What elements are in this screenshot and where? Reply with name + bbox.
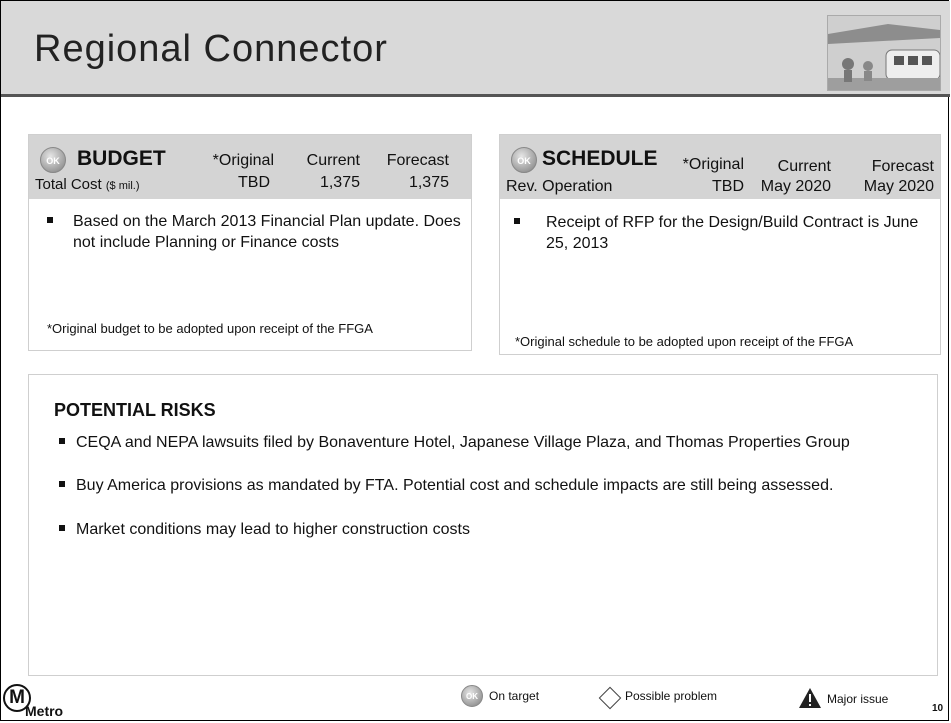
budget-col-current-value: 1,375 bbox=[319, 174, 360, 191]
diamond-icon bbox=[598, 686, 622, 710]
risk-item: CEQA and NEPA lawsuits filed by Bonavent… bbox=[59, 432, 879, 453]
ok-icon: OK bbox=[40, 147, 66, 173]
header-photo-image bbox=[827, 15, 941, 91]
schedule-heading: SCHEDULE bbox=[542, 147, 658, 170]
schedule-bullet: Receipt of RFP for the Design/Build Cont… bbox=[514, 212, 934, 254]
schedule-panel-header: OK SCHEDULE Rev. Operation *Original TBD… bbox=[500, 135, 940, 199]
risk-item-text: Market conditions may lead to higher con… bbox=[76, 521, 470, 538]
risk-item-text: CEQA and NEPA lawsuits filed by Bonavent… bbox=[76, 434, 850, 451]
schedule-panel: OK SCHEDULE Rev. Operation *Original TBD… bbox=[499, 134, 941, 355]
bullet-square-icon bbox=[59, 438, 65, 444]
risks-heading: POTENTIAL RISKS bbox=[54, 400, 216, 420]
budget-note: *Original budget to be adopted upon rece… bbox=[47, 321, 373, 336]
schedule-col-current-header: Current bbox=[777, 158, 831, 175]
schedule-col-original-header: *Original bbox=[682, 156, 744, 173]
legend-on-target: On target bbox=[489, 689, 540, 703]
budget-bullet-text: Based on the March 2013 Financial Plan u… bbox=[73, 213, 461, 251]
metro-logo: M Metro bbox=[3, 684, 83, 720]
schedule-note: *Original schedule to be adopted upon re… bbox=[515, 334, 854, 349]
risk-item-text: Buy America provisions as mandated by FT… bbox=[76, 477, 834, 494]
budget-row-unit: ($ mil.) bbox=[105, 180, 140, 192]
budget-col-forecast-value: 1,375 bbox=[408, 174, 449, 191]
risk-item: Buy America provisions as mandated by FT… bbox=[59, 475, 889, 496]
budget-row-label-text: Total Cost bbox=[35, 176, 102, 193]
risk-item: Market conditions may lead to higher con… bbox=[59, 519, 879, 540]
metro-logo-text: Metro bbox=[25, 703, 64, 719]
legend-possible-problem: Possible problem bbox=[625, 689, 718, 703]
bullet-square-icon bbox=[514, 218, 520, 224]
bullet-square-icon bbox=[59, 525, 65, 531]
budget-row-label: Total Cost ($ mil.) bbox=[35, 176, 139, 193]
slide-title: Regional Connector bbox=[34, 28, 388, 70]
legend-major-issue: Major issue bbox=[827, 692, 889, 706]
bullet-square-icon bbox=[59, 481, 65, 487]
schedule-col-forecast-header: Forecast bbox=[871, 158, 934, 175]
bullet-square-icon bbox=[47, 217, 53, 223]
warning-triangle-icon bbox=[799, 688, 821, 708]
schedule-row-label: Rev. Operation bbox=[506, 178, 613, 195]
page-number: 10 bbox=[932, 703, 944, 714]
budget-col-forecast-header: Forecast bbox=[386, 152, 449, 169]
budget-heading: BUDGET bbox=[77, 147, 166, 170]
schedule-col-current-value: May 2020 bbox=[760, 178, 831, 195]
schedule-bullet-text: Receipt of RFP for the Design/Build Cont… bbox=[546, 214, 919, 252]
budget-bullet: Based on the March 2013 Financial Plan u… bbox=[47, 211, 462, 253]
budget-col-original-value: TBD bbox=[238, 174, 270, 191]
budget-col-original-header: *Original bbox=[212, 152, 274, 169]
schedule-col-original-value: TBD bbox=[712, 178, 744, 195]
budget-panel-header: OK BUDGET Total Cost ($ mil.) *Original … bbox=[29, 135, 471, 199]
budget-col-current-header: Current bbox=[306, 152, 360, 169]
schedule-col-forecast-value: May 2020 bbox=[863, 178, 934, 195]
slide: Regional Connector OK BUDGET Total Cost … bbox=[0, 0, 950, 721]
ok-icon: OK bbox=[511, 147, 537, 173]
ok-icon: OK bbox=[461, 685, 483, 707]
budget-panel: OK BUDGET Total Cost ($ mil.) *Original … bbox=[28, 134, 472, 351]
slide-header: Regional Connector bbox=[1, 1, 950, 97]
